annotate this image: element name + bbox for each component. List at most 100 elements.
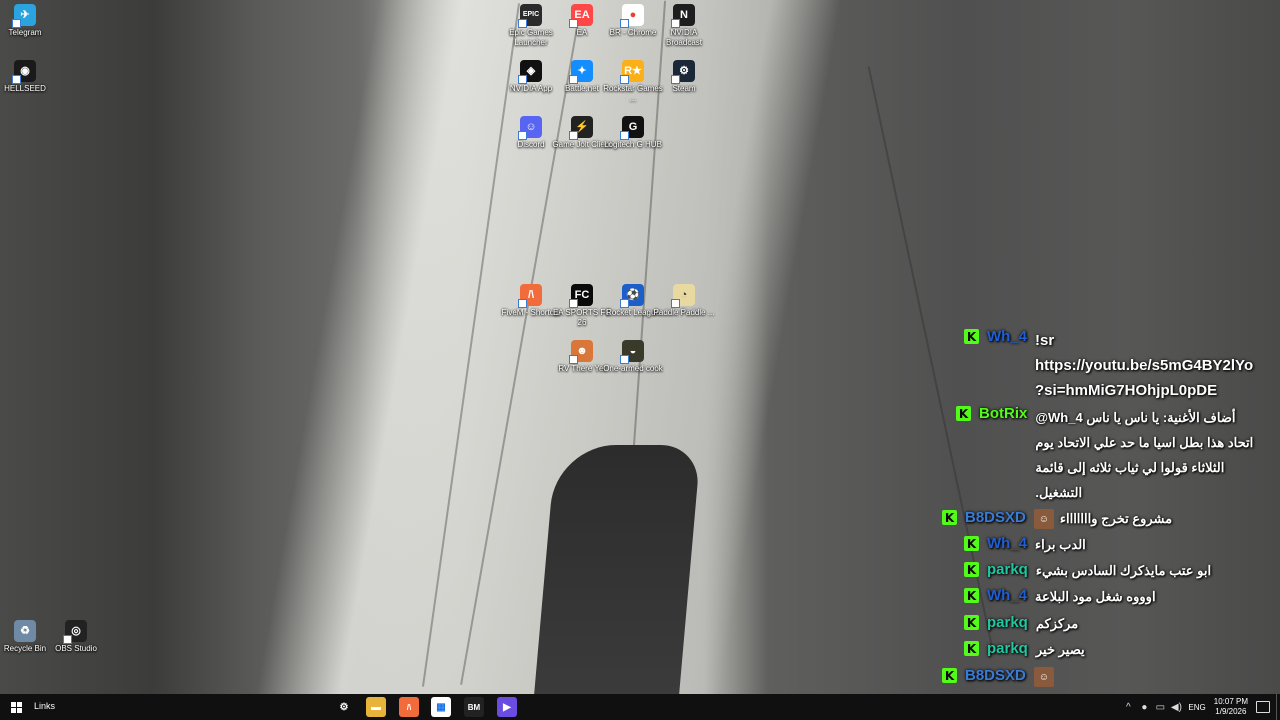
steam-icon: ⚙	[671, 60, 695, 84]
chat-text: اتحاد هذا بطل اسيا ما حد علي الاتحاد يوم	[1035, 435, 1254, 450]
start-button[interactable]	[0, 694, 32, 720]
nvidia-app-icon: ◈	[518, 60, 542, 84]
desktop-shortcut-label: Paddle Paddle ...	[653, 308, 715, 317]
chat-message: K parkq مركزكم	[964, 614, 1078, 634]
chat-message: K Wh_4 اوووه شغل مود البلاعة	[964, 587, 1156, 607]
wallpaper-rock	[534, 445, 701, 695]
one-armed-cook-icon: ◒	[620, 340, 644, 364]
settings-icon[interactable]: ⚙	[334, 697, 354, 717]
desktop-shortcut-hellseed[interactable]: ◉ HELLSEED	[0, 60, 57, 94]
chat-message: K Wh_4 !sr https://youtu.be/s5mG4BY2lYo …	[964, 328, 1275, 403]
desktop-shortcut-telegram[interactable]: ✈ Telegram	[0, 4, 57, 38]
microsoft-store-icon[interactable]: ▦	[431, 697, 451, 717]
kick-badge-icon: K	[964, 536, 979, 551]
discord-icon: ☺	[518, 116, 542, 140]
kick-badge-icon: K	[956, 406, 971, 421]
rocket-league-icon: ⚽	[620, 284, 644, 308]
network-icon[interactable]: ▭	[1152, 702, 1168, 713]
desktop-shortcut-label: NVIDIA Broadcast	[665, 28, 703, 47]
desktop-shortcut-onearmed[interactable]: ◒ One-armed cook	[601, 340, 665, 374]
bm-app-icon[interactable]: BM	[464, 697, 484, 717]
chat-text: https://youtu.be/s5mG4BY2lYo	[1035, 357, 1254, 374]
chat-username: B8DSXD	[965, 509, 1026, 526]
user-avatar: ☺	[1033, 509, 1054, 529]
desktop-shortcut-label: OBS Studio	[55, 644, 97, 653]
chat-text: ?si=hmMiG7HOhjpL0pDE	[1035, 382, 1218, 399]
desktop-shortcut-label: One-armed cook	[603, 364, 663, 373]
chat-message: K B8DSXD ☺ مشروع تخرج واااااااء	[942, 509, 1172, 529]
fivem-icon: /\	[518, 284, 542, 308]
ea-fc-icon: FC	[569, 284, 593, 308]
media-player-icon[interactable]: ▶	[497, 697, 517, 717]
system-tray: ^ ● ▭ ◀) ENG 10:07 PM 1/9/2026	[1120, 694, 1280, 720]
desktop-shortcut-paddle[interactable]: ◔ Paddle Paddle ...	[652, 284, 716, 318]
hellseed-icon: ◉	[12, 60, 36, 84]
chat-message: K B8DSXD ☺	[942, 667, 1060, 687]
desktop-shortcut-steam[interactable]: ⚙ Steam	[652, 60, 716, 94]
kick-badge-icon: K	[964, 615, 979, 630]
chat-message: K BotRix أضاف الأغنية: يا ناس يا ناس Wh_…	[956, 405, 1271, 505]
show-hidden-icons-chevron-icon[interactable]: ^	[1120, 702, 1136, 713]
chat-text: الثلاثاء قولوا لي ثياب ثلاثه إلى قائمة	[1035, 460, 1225, 475]
desktop-shortcut-label: Logitech G HUB	[604, 140, 662, 149]
desktop-shortcut-logitech[interactable]: G Logitech G HUB	[601, 116, 665, 150]
chat-message: K parkq ابو عتب مايذكرك السادس بشيء	[964, 561, 1211, 581]
chat-username: parkq	[987, 614, 1028, 631]
logitech-icon: G	[620, 116, 644, 140]
obs-icon: ◎	[63, 620, 87, 644]
desktop-shortcut-nvbroadcast[interactable]: N NVIDIA Broadcast	[652, 4, 716, 48]
fivem-taskbar-icon[interactable]: /\	[399, 697, 419, 717]
chat-username: Wh_4	[987, 328, 1028, 345]
windows-logo-icon	[10, 701, 22, 713]
gamejolt-icon: ⚡	[569, 116, 593, 140]
nvidia-broadcast-icon: N	[671, 4, 695, 28]
clock-time: 10:07 PM	[1213, 697, 1248, 706]
chat-username: BotRix	[979, 405, 1028, 422]
file-explorer-icon[interactable]: ▬	[366, 697, 386, 717]
kick-badge-icon: K	[964, 641, 979, 656]
paddle-icon: ◔	[671, 284, 695, 308]
kick-badge-icon: K	[964, 329, 979, 344]
rockstar-icon: R★	[620, 60, 644, 84]
user-avatar: ☺	[1033, 667, 1054, 687]
chat-text: مشروع تخرج واااااااء	[1059, 511, 1173, 526]
chat-username: B8DSXD	[965, 667, 1026, 684]
chat-username: Wh_4	[987, 587, 1028, 604]
chat-text: يصير خير	[1035, 642, 1085, 657]
telegram-icon: ✈	[12, 4, 36, 28]
desktop-shortcut-label: Steam	[672, 84, 696, 93]
notification-center-icon[interactable]	[1256, 701, 1270, 713]
desktop-shortcut-label: HELLSEED	[4, 84, 46, 93]
kick-badge-icon: K	[964, 562, 979, 577]
chat-text: الدب براء	[1035, 537, 1086, 552]
language-indicator[interactable]: ENG	[1188, 703, 1205, 712]
chat-message: K Wh_4 الدب براء	[964, 535, 1086, 555]
show-desktop-button[interactable]	[1276, 694, 1280, 720]
chat-message: K parkq يصير خير	[964, 640, 1085, 660]
kick-badge-icon: K	[942, 510, 957, 525]
desktop-shortcut-obs[interactable]: ◎ OBS Studio	[44, 620, 108, 654]
clock-date: 1/9/2026	[1215, 707, 1247, 716]
taskbar: Links ⚙ ▬ /\ ▦ BM ▶ ^ ● ▭ ◀) ENG 10:07 PM 1/9…	[0, 694, 1280, 720]
links-toolbar[interactable]: Links	[34, 701, 55, 711]
kick-badge-icon: K	[942, 668, 957, 683]
chat-username: parkq	[987, 561, 1028, 578]
chat-text: ابو عتب مايذكرك السادس بشيء	[1035, 563, 1212, 578]
chat-text: التشغيل.	[1035, 485, 1083, 500]
chat-text: !sr	[1035, 332, 1055, 349]
desktop-shortcut-label: Telegram	[8, 28, 42, 37]
chat-username: parkq	[987, 640, 1028, 657]
rv-there-yet-icon: ☻	[569, 340, 593, 364]
ea-icon: EA	[569, 4, 593, 28]
chat-text: أضاف الأغنية: يا ناس يا ناس Wh_4@	[1035, 410, 1236, 425]
clock[interactable]: 10:07 PM 1/9/2026	[1214, 697, 1248, 717]
epic-games-icon: EPIC	[518, 4, 542, 28]
kick-badge-icon: K	[964, 588, 979, 603]
battlenet-icon: ✦	[569, 60, 593, 84]
recycle-bin-icon: ♻	[14, 620, 36, 642]
chat-username: Wh_4	[987, 535, 1028, 552]
volume-icon[interactable]: ◀)	[1168, 702, 1184, 713]
chrome-icon: ●	[620, 4, 644, 28]
microphone-icon[interactable]: ●	[1136, 702, 1152, 713]
chat-text: اوووه شغل مود البلاعة	[1035, 589, 1156, 604]
